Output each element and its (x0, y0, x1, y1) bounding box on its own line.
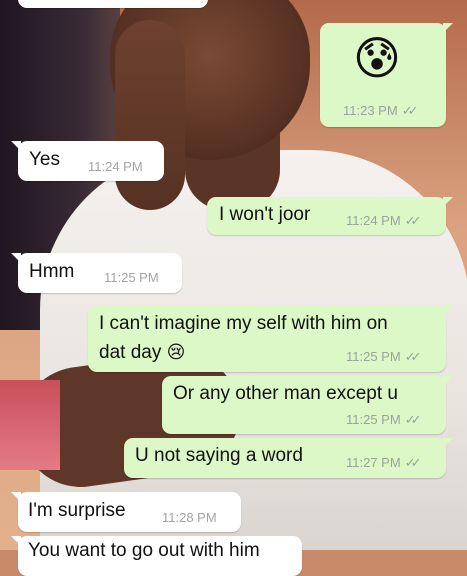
message-time: 11:25 PM ✓✓ (346, 412, 422, 427)
message-bubble[interactable]: I won't joor 11:24 PM ✓✓ (207, 197, 453, 235)
message-bubble[interactable]: Or any other man except u 11:25 PM ✓✓ (162, 376, 453, 434)
message-text-line-2: dat day 😢 (99, 342, 186, 363)
message-text: U not saying a word (135, 445, 303, 466)
read-ticks-icon: ✓✓ (404, 213, 422, 228)
message-time: 11:25 PM ✓✓ (346, 349, 422, 364)
photo-fabric (0, 380, 60, 470)
message-bubble[interactable]: Hmm 11:25 PM (11, 253, 182, 293)
message-time: 11:28 PM (162, 510, 217, 525)
message-time: 11:24 PM (88, 159, 143, 174)
message-time: 11:23 PM ✓✓ (343, 103, 419, 118)
message-bubble[interactable]: I can't imagine my self with him on dat … (88, 306, 453, 372)
message-text: I won't joor (219, 204, 311, 225)
message-bubble[interactable]: 😰 11:23 PM ✓✓ (320, 23, 453, 127)
photo-hand (115, 20, 185, 210)
message-time: 11:27 PM ✓✓ (346, 455, 422, 470)
crying-face-emoji: 😢 (166, 342, 186, 362)
message-text: Yes (29, 149, 60, 170)
read-ticks-icon: ✓✓ (404, 349, 422, 364)
message-bubble-partial-top[interactable] (18, 0, 208, 8)
message-text: You want to go out with him (28, 540, 260, 561)
message-text: I'm surprise (28, 500, 126, 521)
message-text: Or any other man except u (173, 383, 398, 404)
message-bubble[interactable]: Yes 11:24 PM (11, 141, 164, 181)
message-bubble[interactable]: I'm surprise 11:28 PM (11, 492, 241, 532)
read-ticks-icon: ✓✓ (401, 103, 419, 118)
message-bubble-partial-bottom[interactable]: You want to go out with him (11, 536, 302, 576)
anxious-sweat-emoji: 😰 (353, 32, 401, 84)
message-time: 11:25 PM (104, 270, 159, 285)
message-text: Hmm (29, 261, 75, 282)
read-ticks-icon: ✓✓ (404, 412, 422, 427)
message-bubble[interactable]: U not saying a word 11:27 PM ✓✓ (124, 438, 453, 478)
read-ticks-icon: ✓✓ (404, 455, 422, 470)
message-time: 11:24 PM ✓✓ (346, 213, 422, 228)
message-text-line-1: I can't imagine my self with him on (99, 313, 388, 334)
